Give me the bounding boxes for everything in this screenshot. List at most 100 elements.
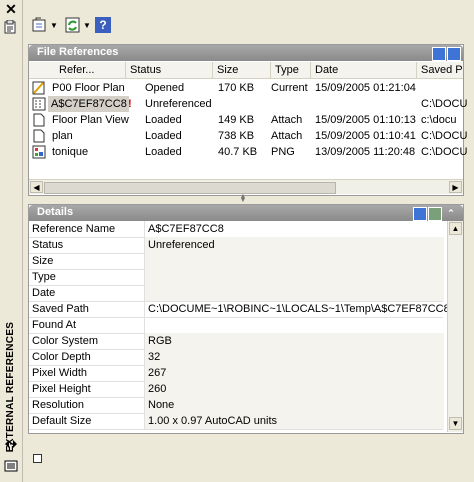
horizontal-scrollbar[interactable]: ◀ ▶ — [29, 179, 463, 194]
saved-path: C:\DOCU — [421, 130, 468, 142]
list-view-icon[interactable] — [432, 47, 446, 61]
detail-value — [144, 317, 444, 333]
detail-row: Pixel Height 260 — [29, 381, 444, 398]
column-date[interactable]: Date — [311, 62, 417, 78]
detail-label: Pixel Width — [32, 367, 88, 379]
tree-view-icon[interactable] — [447, 47, 461, 61]
status: Loaded — [145, 146, 182, 158]
vertical-scrollbar[interactable]: ▲ ▼ — [447, 221, 463, 432]
detail-label: Pixel Height — [32, 383, 91, 395]
detail-label: Type — [32, 271, 56, 283]
column-status[interactable]: Status — [126, 62, 213, 78]
scroll-thumb[interactable] — [44, 182, 336, 194]
reference-name: A$C7EF87CC8 — [48, 96, 129, 112]
table-row[interactable]: A$C7EF87CC8 ! Unreferenced C:\DOCU — [29, 96, 467, 112]
help-icon: ? — [95, 17, 111, 33]
detail-value — [144, 253, 444, 269]
scroll-left-icon[interactable]: ◀ — [30, 181, 43, 193]
raster-icon — [32, 97, 46, 111]
table-row[interactable]: Floor Plan View Loaded 149 KB Attach 15/… — [29, 112, 463, 128]
dwg-file-icon — [33, 113, 45, 127]
detail-row: Status Unreferenced — [29, 237, 444, 254]
detail-value: 267 — [144, 365, 444, 381]
detail-row: Saved Path C:\DOCUME~1\ROBINC~1\LOCALS~1\… — [29, 301, 447, 318]
table-row[interactable]: tonique Loaded 40.7 KB PNG 13/09/2005 11… — [29, 144, 467, 160]
close-icon[interactable]: ✕ — [4, 2, 18, 16]
status: Unreferenced — [145, 98, 212, 110]
detail-label: Reference Name — [32, 223, 116, 235]
detail-row: Default Size 1.00 x 0.97 AutoCAD units — [29, 413, 444, 430]
reference-name: Floor Plan View — [52, 114, 129, 126]
saved-path: C:\DOCU — [421, 146, 468, 158]
help-button[interactable]: ? — [94, 14, 112, 36]
type: Attach — [271, 114, 303, 126]
attach-dwg-icon — [32, 17, 46, 32]
status: Opened — [145, 82, 185, 94]
detail-label: Saved Path — [32, 303, 89, 315]
palette-title: EXTERNAL REFERENCES — [5, 321, 16, 453]
size: 40.7 KB — [218, 146, 258, 158]
size: 149 KB — [218, 114, 255, 126]
detail-value: None — [144, 397, 444, 413]
preview-toggle-icon[interactable] — [33, 454, 42, 463]
saved-path: C:\DOCU — [421, 98, 468, 110]
detail-row: Found At — [29, 317, 443, 334]
image-icon — [32, 145, 46, 159]
details-panel: Details ⌃ Reference Name A$C7EF87CC8 Stat… — [28, 204, 464, 434]
size: 170 KB — [218, 82, 255, 94]
properties-icon[interactable] — [4, 20, 18, 34]
refresh-button[interactable]: ▼ — [63, 14, 92, 36]
reference-name: plan — [52, 130, 73, 142]
details-grid: Reference Name A$C7EF87CC8 Status Unrefere… — [29, 221, 447, 433]
table-row[interactable]: plan Loaded 738 KB Attach 15/09/2005 01:… — [29, 128, 467, 144]
detail-row: Pixel Width 267 — [29, 365, 444, 382]
attach-button[interactable]: ▼ — [30, 14, 59, 36]
detail-label: Date — [32, 287, 56, 299]
preview-view-icon[interactable] — [428, 207, 442, 221]
detail-value: 1.00 x 0.97 AutoCAD units — [144, 413, 444, 429]
column-size[interactable]: Size — [213, 62, 271, 78]
reference-name: tonique — [52, 146, 89, 158]
splitter-grip[interactable]: ▲ ▼ — [238, 193, 248, 204]
panel-title: File References — [37, 46, 119, 58]
detail-row: Type — [29, 269, 444, 286]
date: 13/09/2005 11:20:48 — [315, 146, 416, 158]
type: PNG — [271, 146, 295, 158]
dwg-file-icon — [33, 129, 45, 143]
column-header: Refer... Status Size Type Date Saved Pa — [29, 62, 463, 79]
file-references-panel: File References Refer... Status Size Typ… — [28, 44, 467, 196]
scroll-right-icon[interactable]: ▶ — [449, 181, 462, 193]
detail-value: 32 — [144, 349, 444, 365]
column-type[interactable]: Type — [271, 62, 311, 78]
details-view-icon[interactable] — [413, 207, 427, 221]
detail-value: 260 — [144, 381, 444, 397]
detail-row: Color System RGB — [29, 333, 444, 350]
saved-path: c:\docu — [421, 114, 457, 126]
collapse-icon[interactable]: ⌃ — [445, 207, 457, 219]
detail-label: Size — [32, 255, 54, 267]
detail-row: Reference Name A$C7EF87CC8 — [29, 221, 443, 238]
detail-value: Unreferenced — [144, 237, 444, 253]
scroll-down-icon[interactable]: ▼ — [449, 417, 462, 430]
detail-row: Size — [29, 253, 444, 270]
refresh-icon — [65, 17, 80, 33]
date: 15/09/2005 01:21:04 — [315, 82, 416, 94]
menu-icon[interactable] — [4, 460, 18, 472]
palette-strip: ✕ EXTERNAL REFERENCES — [0, 0, 23, 482]
detail-value[interactable]: C:\DOCUME~1\ROBINC~1\LOCALS~1\Temp\A$C7E… — [144, 301, 447, 317]
detail-row: Date — [29, 285, 444, 302]
type: Attach — [271, 130, 303, 142]
auto-hide-icon[interactable] — [4, 438, 18, 450]
date: 15/09/2005 01:10:41 — [315, 130, 416, 142]
detail-label: Resolution — [32, 399, 84, 411]
scroll-up-icon[interactable]: ▲ — [449, 222, 462, 235]
detail-value[interactable]: A$C7EF87CC8 — [144, 221, 444, 237]
details-header: Details ⌃ — [29, 205, 463, 221]
reference-name: P00 Floor Plan — [52, 82, 125, 94]
detail-row: Resolution None — [29, 397, 444, 414]
column-reference[interactable]: Refer... — [29, 62, 126, 78]
table-row[interactable]: P00 Floor Plan Opened 170 KB Current 15/… — [29, 80, 463, 96]
column-saved-path[interactable]: Saved Pa — [417, 62, 463, 78]
detail-label: Color Depth — [32, 351, 91, 363]
date: 15/09/2005 01:10:13 — [315, 114, 416, 126]
